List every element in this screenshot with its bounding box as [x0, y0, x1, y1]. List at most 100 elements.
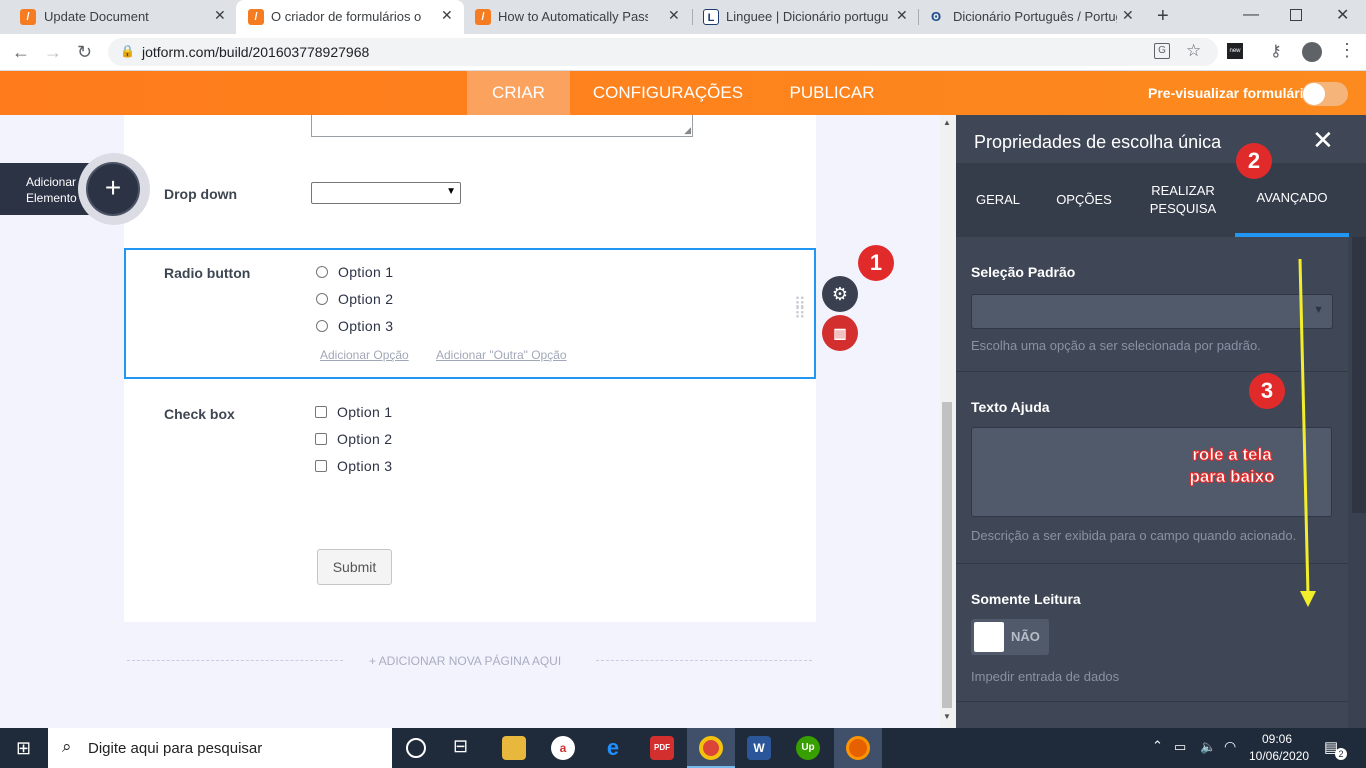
preview-toggle[interactable] [1302, 82, 1348, 106]
close-tab-icon[interactable]: ✕ [896, 7, 908, 24]
battery-icon[interactable]: ▭ [1174, 739, 1186, 755]
browser-tab[interactable]: L Linguee | Dicionário português ✕ [693, 0, 919, 34]
textarea-field[interactable]: ◢ [311, 115, 693, 137]
add-element-label: Elemento [26, 191, 77, 205]
clock-date[interactable]: 10/06/2020 [1249, 749, 1309, 763]
page-divider-left [127, 660, 343, 661]
jotform-favicon-icon: / [248, 9, 264, 25]
page-scrollbar[interactable] [1352, 237, 1366, 513]
minimize-icon[interactable]: — [1243, 6, 1259, 24]
scrollbar-thumb[interactable] [942, 402, 952, 708]
taskbar-search-field[interactable]: ⌕ Digite aqui para pesquisar [48, 728, 392, 768]
menu-dots-icon[interactable]: ⋮ [1338, 40, 1356, 61]
scroll-note: role a tela [1192, 445, 1272, 465]
task-view-icon[interactable]: ⊟ [453, 736, 468, 757]
edge-icon[interactable]: e [601, 736, 625, 760]
close-tab-icon[interactable]: ✕ [214, 7, 226, 24]
add-other-option-link[interactable]: Adicionar "Outra" Opção [436, 348, 567, 362]
canvas-scrollbar[interactable]: ▲ ▼ [940, 115, 956, 728]
section-heading: Seleção Padrão [971, 264, 1076, 280]
submit-button[interactable]: Submit [317, 549, 392, 585]
read-only-toggle[interactable]: NÃO [971, 619, 1049, 655]
scroll-down-icon[interactable]: ▼ [943, 712, 951, 721]
form-canvas: ◢ Drop down ▼ Radio button Option 1 Opti… [0, 115, 956, 728]
wifi-icon[interactable]: ◠ [1224, 738, 1236, 755]
upwork-icon[interactable]: Up [796, 736, 820, 760]
clock-time[interactable]: 09:06 [1262, 732, 1292, 746]
close-icon[interactable]: ✕ [1312, 125, 1334, 156]
address-bar: ← → ↻ 🔒 jotform.com/build/20160377892796… [0, 34, 1366, 71]
avast-icon[interactable]: a [551, 736, 575, 760]
checkbox-input[interactable] [315, 406, 327, 418]
windows-start-icon[interactable]: ⊞ [16, 738, 31, 759]
firefox-taskbar-item[interactable] [834, 728, 882, 768]
tab-geral[interactable]: GERAL [962, 163, 1034, 237]
toggle-knob [1303, 83, 1325, 105]
close-window-icon[interactable]: ✕ [1336, 5, 1349, 25]
nav-publicar[interactable]: PUBLICAR [780, 71, 884, 115]
trash-icon[interactable]: ▥ [822, 315, 858, 351]
chrome-taskbar-item[interactable] [687, 728, 735, 768]
tray-chevron-up-icon[interactable]: ⌃ [1152, 738, 1163, 754]
browser-tab[interactable]: ʘ Dicionário Português / Portugu ✕ [920, 0, 1146, 34]
maximize-icon[interactable] [1290, 9, 1302, 21]
arrow-down-icon [1298, 258, 1316, 607]
jotform-header: CRIAR CONFIGURAÇÕES PUBLICAR Pre-visuali… [0, 71, 1366, 115]
section-description: Escolha uma opção a ser selecionada por … [971, 338, 1261, 353]
word-icon[interactable]: W [747, 736, 771, 760]
tab-opcoes[interactable]: OPÇÕES [1048, 163, 1120, 237]
translate-icon[interactable]: G [1154, 43, 1170, 59]
browser-tab[interactable]: / Update Document ✕ [8, 0, 234, 34]
add-element-label: Adicionar [26, 175, 77, 189]
key-icon[interactable]: ⚷ [1270, 41, 1282, 61]
forward-icon[interactable]: → [44, 42, 62, 63]
add-option-link[interactable]: Adicionar Opção [320, 348, 409, 362]
plus-icon[interactable]: + [86, 162, 140, 216]
file-explorer-icon[interactable] [502, 736, 526, 760]
radio-option-label: Option 2 [338, 291, 394, 307]
url-field[interactable]: 🔒 jotform.com/build/201603778927968 G ☆ [108, 38, 1218, 66]
nav-configuracoes[interactable]: CONFIGURAÇÕES [584, 71, 752, 115]
section-description: Descrição a ser exibida para o campo qua… [971, 528, 1297, 543]
default-selection-dropdown[interactable]: ▼ [971, 294, 1333, 329]
close-tab-icon[interactable]: ✕ [1122, 7, 1134, 24]
gear-icon[interactable]: ⚙ [822, 276, 858, 312]
extension-icon[interactable]: new [1227, 43, 1243, 59]
scroll-up-icon[interactable]: ▲ [943, 118, 951, 127]
browser-tab-bar: / Update Document ✕ / O criador de formu… [0, 0, 1366, 34]
drag-handle-icon[interactable]: ⠿ ⠿ [794, 297, 806, 323]
volume-muted-icon[interactable]: 🔈 [1200, 739, 1216, 755]
cortana-icon[interactable] [406, 738, 426, 758]
close-tab-icon[interactable]: ✕ [668, 7, 680, 24]
dictionary-favicon-icon: ʘ [930, 9, 942, 24]
browser-tab-active[interactable]: / O criador de formulários online ✕ [236, 0, 464, 34]
tab-title: Dicionário Português / Portugu [953, 9, 1117, 24]
lock-icon: 🔒 [120, 44, 135, 58]
new-tab-icon[interactable]: + [1157, 5, 1169, 28]
add-page-link[interactable]: + ADICIONAR NOVA PÁGINA AQUI [369, 654, 561, 668]
panel-tabs: GERAL OPÇÕES REALIZAR PESQUISA AVANÇADO [956, 163, 1366, 237]
radio-input[interactable] [316, 266, 328, 278]
panel-title: Propriedades de escolha única [974, 132, 1222, 152]
toggle-label: NÃO [1011, 629, 1040, 644]
checkbox-input[interactable] [315, 433, 327, 445]
annotation-badge: 3 [1249, 373, 1285, 409]
profile-avatar-icon[interactable] [1302, 42, 1322, 62]
radio-field-selected[interactable]: Radio button Option 1 Option 2 Option 3 … [124, 248, 816, 379]
radio-input[interactable] [316, 293, 328, 305]
nav-criar[interactable]: CRIAR [467, 71, 570, 115]
tab-realizar-pesquisa[interactable]: REALIZAR PESQUISA [1136, 163, 1230, 237]
annotation-badge: 1 [858, 245, 894, 281]
dropdown-select[interactable]: ▼ [311, 182, 461, 204]
annotation-badge: 2 [1236, 143, 1272, 179]
checkbox-input[interactable] [315, 460, 327, 472]
pdf-app-icon[interactable]: PDF [650, 736, 674, 760]
bookmark-star-icon[interactable]: ☆ [1186, 41, 1201, 61]
close-tab-icon[interactable]: ✕ [441, 7, 453, 24]
browser-tab[interactable]: / How to Automatically Pass For ✕ [465, 0, 691, 34]
properties-panel: Propriedades de escolha única ✕ GERAL OP… [956, 115, 1366, 728]
reload-icon[interactable]: ↻ [77, 42, 92, 63]
radio-input[interactable] [316, 320, 328, 332]
search-placeholder: Digite aqui para pesquisar [88, 740, 263, 757]
back-icon[interactable]: ← [12, 42, 30, 63]
